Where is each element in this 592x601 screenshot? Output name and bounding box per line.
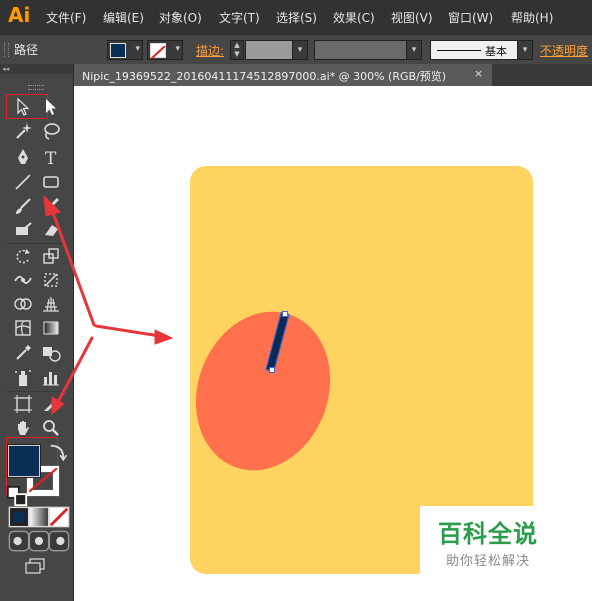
grip-handle[interactable]: [4, 43, 9, 57]
gradient-mode-icon[interactable]: [28, 506, 50, 528]
menu-edit[interactable]: 编辑(E): [103, 9, 144, 26]
gradient-tool-icon[interactable]: [40, 317, 62, 339]
scale-tool-icon[interactable]: [40, 245, 62, 267]
watermark: 百科全说 助你轻松解决: [420, 506, 570, 576]
magic-wand-icon[interactable]: [12, 120, 34, 142]
menu-effect[interactable]: 效果(C): [333, 9, 375, 26]
stroke-weight-label[interactable]: 描边:: [196, 42, 224, 59]
variable-width-dropdown[interactable]: ▾: [406, 40, 422, 60]
document-title: Nipic_19369522_20160411174512897000.ai* …: [82, 70, 447, 83]
document-tab[interactable]: Nipic_19369522_20160411174512897000.ai* …: [74, 64, 492, 86]
fill-swatch: [110, 43, 126, 58]
column-graph-icon[interactable]: [40, 367, 62, 389]
slice-tool-icon[interactable]: [40, 393, 62, 415]
menu-select[interactable]: 选择(S): [276, 9, 317, 26]
stroke-weight-field[interactable]: [245, 40, 293, 60]
watermark-subtitle: 助你轻松解决: [446, 554, 531, 569]
anchor-point-bottom[interactable]: [269, 367, 275, 373]
swap-fill-stroke-icon[interactable]: [46, 441, 68, 462]
selection-type-label: 路径: [14, 43, 39, 57]
tool-divider: [6, 391, 66, 392]
perspective-grid-icon[interactable]: [40, 293, 62, 315]
color-mode-icon[interactable]: [8, 506, 30, 528]
eraser-icon[interactable]: [40, 219, 62, 241]
pen-tool-icon[interactable]: [12, 146, 34, 168]
brush-definition-dropdown[interactable]: ▾: [517, 40, 533, 60]
zoom-tool-icon[interactable]: [40, 417, 62, 439]
watermark-title: 百科全说: [438, 520, 538, 548]
artboard-tool-icon[interactable]: [12, 393, 34, 415]
type-tool-icon[interactable]: T: [40, 146, 62, 168]
opacity-label[interactable]: 不透明度: [540, 42, 588, 59]
eyedropper-icon[interactable]: [12, 342, 34, 364]
panel-header[interactable]: ◂◂: [0, 64, 73, 74]
fill-color-button[interactable]: ▾: [107, 40, 143, 60]
stroke-weight-stepper[interactable]: ▲ ▼: [230, 40, 244, 60]
hand-tool-icon[interactable]: [12, 417, 34, 439]
selection-arrow-icon[interactable]: [12, 96, 34, 118]
tool-divider: [6, 243, 66, 244]
draw-behind-icon[interactable]: [28, 530, 50, 552]
symbol-sprayer-icon[interactable]: [12, 367, 34, 389]
menu-help[interactable]: 帮助(H): [511, 9, 553, 26]
paintbrush-icon[interactable]: [12, 195, 34, 217]
menu-file[interactable]: 文件(F): [46, 9, 86, 26]
menu-bar: Ai 文件(F) 编辑(E) 对象(O) 文字(T) 选择(S) 效果(C) 视…: [0, 0, 592, 34]
lasso-icon[interactable]: [40, 120, 62, 142]
app-logo: Ai: [8, 3, 31, 27]
document-tab-bar: Nipic_19369522_20160411174512897000.ai* …: [74, 64, 592, 86]
chevron-down-icon: ▾: [175, 44, 180, 54]
stroke-line-preview: [437, 50, 481, 51]
blob-brush-icon[interactable]: [12, 219, 34, 241]
pencil-icon[interactable]: [40, 195, 62, 217]
mesh-tool-icon[interactable]: [12, 317, 34, 339]
menu-window[interactable]: 窗口(W): [448, 9, 493, 26]
stroke-style-value: 基本: [485, 45, 507, 58]
width-tool-icon[interactable]: [12, 269, 34, 291]
screen-mode-icon[interactable]: [24, 555, 46, 574]
fill-color-swatch[interactable]: [8, 445, 40, 477]
variable-width-field[interactable]: [314, 40, 408, 60]
stroke-weight-dropdown[interactable]: ▾: [292, 40, 308, 60]
draw-normal-icon[interactable]: [8, 530, 30, 552]
direct-selection-icon[interactable]: [40, 96, 62, 118]
shape-builder-icon[interactable]: [12, 293, 34, 315]
close-icon[interactable]: ×: [474, 67, 483, 80]
line-segment-icon[interactable]: [12, 171, 34, 193]
brush-definition-field[interactable]: 基本: [430, 40, 518, 60]
control-bar: 路径 ▾ ▾ 描边: ▲ ▼ ▾ ▾ 基本 ▾ 不透明度: [0, 34, 592, 66]
stroke-color-button[interactable]: ▾: [147, 40, 183, 60]
anchor-point-top[interactable]: [282, 311, 288, 317]
menu-type[interactable]: 文字(T): [219, 9, 260, 26]
draw-inside-icon[interactable]: [48, 530, 70, 552]
menu-object[interactable]: 对象(O): [159, 9, 202, 26]
panel-grip[interactable]: [28, 85, 44, 90]
blend-tool-icon[interactable]: [40, 342, 62, 364]
rectangle-tool-icon[interactable]: [40, 171, 62, 193]
default-colors-icon[interactable]: [6, 485, 28, 507]
rotate-tool-icon[interactable]: [12, 245, 34, 267]
svg-text:T: T: [45, 149, 57, 168]
menu-view[interactable]: 视图(V): [391, 9, 433, 26]
chevron-down-icon: ▾: [135, 44, 140, 54]
no-color-icon: [150, 45, 166, 60]
none-mode-icon[interactable]: [48, 506, 70, 528]
free-transform-icon[interactable]: [40, 269, 62, 291]
stroke-swatch-none: [150, 43, 166, 60]
